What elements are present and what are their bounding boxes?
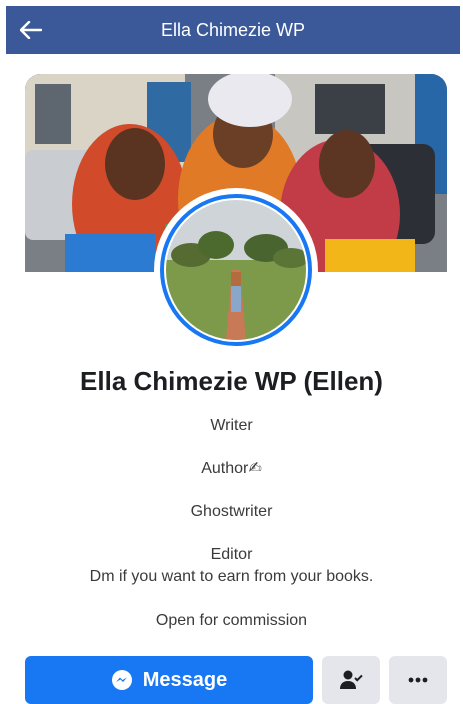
arrow-left-icon [20,21,42,39]
friends-button[interactable] [322,656,380,704]
bio-line: Open for commission [155,612,308,629]
avatar[interactable] [166,200,306,340]
message-label: Message [142,668,228,691]
bio-line: Dm if you want to earn from your books. [89,568,374,585]
profile-name: Ella Chimezie WP (Ellen) [80,366,383,396]
avatar-ring [160,194,312,346]
back-button[interactable] [16,16,46,44]
message-button[interactable]: Message [25,656,313,704]
bio-line: Writer [210,417,253,434]
person-check-icon [340,670,363,689]
bio-line: Author✍ [201,460,262,477]
avatar-frame [154,188,318,352]
more-horizontal-icon [408,677,428,683]
bio-line: Editor [210,546,253,563]
bio-line: Ghostwriter [190,503,273,520]
more-button[interactable] [389,656,447,704]
app-header: Ella Chimezie WP [6,6,460,54]
header-title: Ella Chimezie WP [160,19,306,40]
messenger-icon [111,670,132,690]
